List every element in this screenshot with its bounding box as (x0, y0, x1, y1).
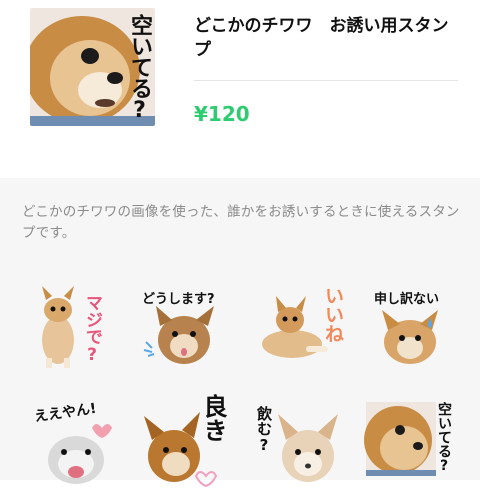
chihuahua-face-image (143, 306, 214, 364)
sticker-aiteru[interactable]: 空いてる? (364, 400, 474, 490)
chihuahua-closeup-image (364, 402, 436, 476)
sticker-iine[interactable]: いいね (250, 282, 360, 372)
product-title: どこかのチワワ お誘い用スタンプ (194, 16, 449, 60)
sticker-yoki[interactable]: 良き (138, 394, 248, 490)
chihuahua-sad-image (382, 310, 438, 364)
sticker-label: いいね (322, 286, 344, 343)
price: ¥120 (194, 102, 250, 126)
chihuahua-laughing-image (48, 424, 112, 484)
product-description: どこかのチワワの画像を使った、誰かをお誘いするときに使えるスタンプです。 (22, 204, 460, 241)
sticker-label: 空いてる? (436, 402, 452, 474)
sticker-doushimasu[interactable]: どうします? (138, 282, 248, 372)
main-sticker-text: 空いてる? (127, 14, 152, 122)
divider (194, 80, 458, 81)
sticker-moushiwakenai[interactable]: 申し訳ない (370, 282, 480, 372)
chihuahua-smiling-image (144, 412, 218, 488)
sticker-label: 良き (199, 394, 227, 442)
product-header: 空いてる? どこかのチワワ お誘い用スタンプ ¥120 (0, 0, 480, 178)
main-sticker-thumbnail: 空いてる? (30, 8, 155, 126)
sticker-content-area: どこかのチワワの画像を使った、誰かをお誘いするときに使えるスタンプです。 マジで… (0, 178, 480, 488)
sticker-majide[interactable]: マジで? (26, 282, 136, 372)
sticker-eeyan[interactable]: ええやん! (26, 400, 136, 490)
sticker-nomu[interactable]: 飲む? (250, 400, 360, 490)
chihuahua-curious-image (278, 414, 338, 482)
sticker-label: マジで? (82, 294, 102, 365)
